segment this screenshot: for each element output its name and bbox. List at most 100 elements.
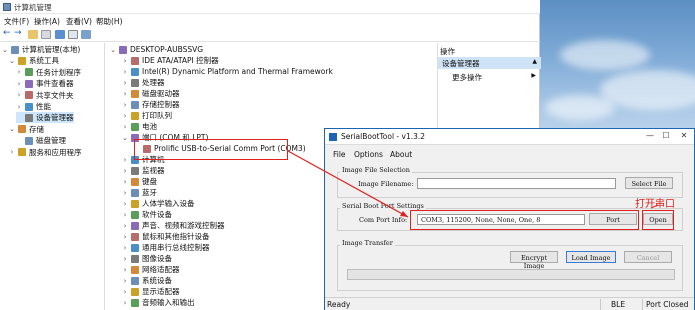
load-image-button[interactable]: Load Image [566, 251, 616, 263]
actions-device-manager[interactable]: 设备管理器 ▲ [438, 57, 541, 69]
chevron-icon[interactable]: › [16, 80, 22, 88]
device-tree-item[interactable]: › 网络适配器 [122, 264, 180, 275]
chevron-right-icon[interactable]: › [122, 167, 128, 175]
folder-icon[interactable] [28, 30, 38, 39]
console-tree-item[interactable]: › 性能 [16, 101, 51, 112]
monitor-icon[interactable] [81, 30, 91, 39]
sbt-menu-file[interactable]: File [333, 150, 346, 159]
status-separator [600, 299, 601, 310]
device-tree-item[interactable]: › Intel(R) Dynamic Platform and Thermal F… [122, 66, 333, 77]
console-tree-icon[interactable] [41, 30, 51, 39]
chevron-right-icon[interactable]: › [122, 101, 128, 109]
device-tree-item[interactable]: › 人体学输入设备 [122, 198, 195, 209]
chevron-down-icon[interactable]: ⌄ [110, 46, 116, 54]
device-tree-item[interactable]: › 显示适配器 [122, 286, 180, 297]
cancel-button[interactable]: Cancel [624, 251, 672, 263]
device-tree-item[interactable]: › 通用串行总线控制器 [122, 242, 210, 253]
device-tree-item[interactable]: › 软件设备 [122, 209, 172, 220]
sbt-menu-options[interactable]: Options [354, 150, 383, 159]
device-tree-item[interactable]: › 键盘 [122, 176, 157, 187]
chevron-right-icon[interactable]: › [122, 299, 128, 307]
console-tree-item[interactable]: ⌄ 存储 [9, 124, 44, 135]
device-tree-label: 系统设备 [142, 276, 172, 285]
device-tree-item[interactable]: › 监视器 [122, 165, 165, 176]
chevron-icon[interactable]: › [16, 103, 22, 111]
device-tree-label: 磁盘驱动器 [142, 89, 180, 98]
console-tree-item[interactable]: › 共享文件夹 [16, 90, 74, 101]
device-tree-item[interactable]: › 系统设备 [122, 275, 172, 286]
sbt-menu-about[interactable]: About [390, 150, 412, 159]
console-tree-item[interactable]: › 服务和应用程序 [9, 147, 82, 158]
audio-io-icon [131, 298, 139, 307]
properties-icon[interactable] [68, 30, 78, 39]
chevron-right-icon[interactable]: › [122, 244, 128, 252]
chevron-right-icon[interactable]: › [122, 123, 128, 131]
close-icon[interactable]: ✕ [677, 131, 691, 142]
device-tree-item[interactable]: › 处理器 [122, 77, 165, 88]
app-icon [3, 3, 11, 11]
device-tree-item[interactable]: › 电池 [122, 121, 157, 132]
chevron-right-icon[interactable]: › [122, 112, 128, 120]
chevron-down-icon[interactable]: ⌄ [122, 134, 128, 142]
chevron-icon[interactable]: ⌄ [9, 125, 15, 133]
menu-file[interactable]: 文件(F) [4, 16, 29, 27]
console-tree-item[interactable]: 磁盘管理 [16, 135, 66, 146]
chevron-icon[interactable]: › [9, 148, 15, 156]
chevron-right-icon[interactable]: › [122, 222, 128, 230]
device-tree-item[interactable]: › IDE ATA/ATAPI 控制器 [122, 55, 219, 66]
chevron-right-icon[interactable]: › [122, 200, 128, 208]
chevron-right-icon[interactable]: › [122, 211, 128, 219]
device-tree-item[interactable]: ⌄ DESKTOP-AUBSSVG [110, 44, 203, 55]
chevron-right-icon[interactable]: › [122, 156, 128, 164]
device-tree-item[interactable]: › 蓝牙 [122, 187, 157, 198]
image-filename-field[interactable] [417, 178, 616, 189]
console-tree-item[interactable]: › 任务计划程序 [16, 67, 81, 78]
forward-arrow-icon[interactable]: → [14, 28, 24, 38]
device-tree-item[interactable]: › 图像设备 [122, 253, 172, 264]
chevron-right-icon[interactable]: › [122, 68, 128, 76]
tools-icon [18, 56, 26, 65]
console-tree-item[interactable]: 设备管理器 [16, 112, 74, 124]
chevron-right-icon[interactable]: › [122, 178, 128, 186]
console-tree-label: 任务计划程序 [36, 67, 81, 77]
device-tree-item[interactable]: › 鼠标和其他指针设备 [122, 231, 210, 242]
more-actions[interactable]: 更多操作 [452, 72, 482, 83]
camera-icon [131, 254, 139, 263]
encrypt-image-button[interactable]: Encrypt Image [510, 251, 558, 270]
chevron-right-icon[interactable]: › [122, 189, 128, 197]
device-tree-item[interactable]: › 打印队列 [122, 110, 172, 121]
console-tree-label: 事件查看器 [36, 79, 74, 89]
computer-icon [119, 45, 127, 54]
software-device-icon [131, 210, 139, 219]
chevron-right-icon[interactable]: › [122, 277, 128, 285]
menu-action[interactable]: 操作(A) [34, 16, 60, 27]
device-tree-item[interactable]: › 音频输入和输出 [122, 297, 195, 308]
console-tree-item[interactable]: ⌄ 系统工具 [9, 55, 59, 66]
chevron-icon[interactable]: ⌄ [9, 57, 15, 65]
menu-view[interactable]: 查看(V) [66, 16, 92, 27]
maximize-icon[interactable]: ☐ [659, 131, 673, 142]
help-icon[interactable] [55, 30, 65, 39]
chevron-icon[interactable]: › [16, 91, 22, 99]
collapse-up-icon[interactable]: ▲ [532, 58, 537, 65]
device-tree-label: 软件设备 [142, 210, 172, 219]
console-tree-item[interactable]: ⌄ 计算机管理(本地) [2, 44, 80, 55]
chevron-right-icon[interactable]: › [122, 233, 128, 241]
device-tree-item[interactable]: › 声音、视频和游戏控制器 [122, 220, 225, 231]
device-tree-item[interactable]: › 存储控制器 [122, 99, 180, 110]
menu-help[interactable]: 帮助(H) [96, 16, 123, 27]
back-arrow-icon[interactable]: ← [3, 28, 13, 38]
chevron-right-icon[interactable]: › [122, 79, 128, 87]
chevron-right-icon[interactable]: › [122, 255, 128, 263]
chevron-right-icon[interactable]: › [122, 90, 128, 98]
chevron-right-icon[interactable]: › [122, 57, 128, 65]
select-file-button[interactable]: Select File [625, 177, 673, 189]
chevron-right-icon[interactable]: › [122, 288, 128, 296]
chevron-icon[interactable]: › [16, 68, 22, 76]
device-tree-item[interactable]: › 磁盘驱动器 [122, 88, 180, 99]
console-tree-item[interactable]: › 事件查看器 [16, 78, 74, 89]
chevron-right-icon[interactable]: › [122, 266, 128, 274]
status-separator [642, 299, 643, 310]
chevron-icon[interactable]: ⌄ [2, 46, 8, 54]
minimize-icon[interactable]: — [643, 131, 657, 142]
